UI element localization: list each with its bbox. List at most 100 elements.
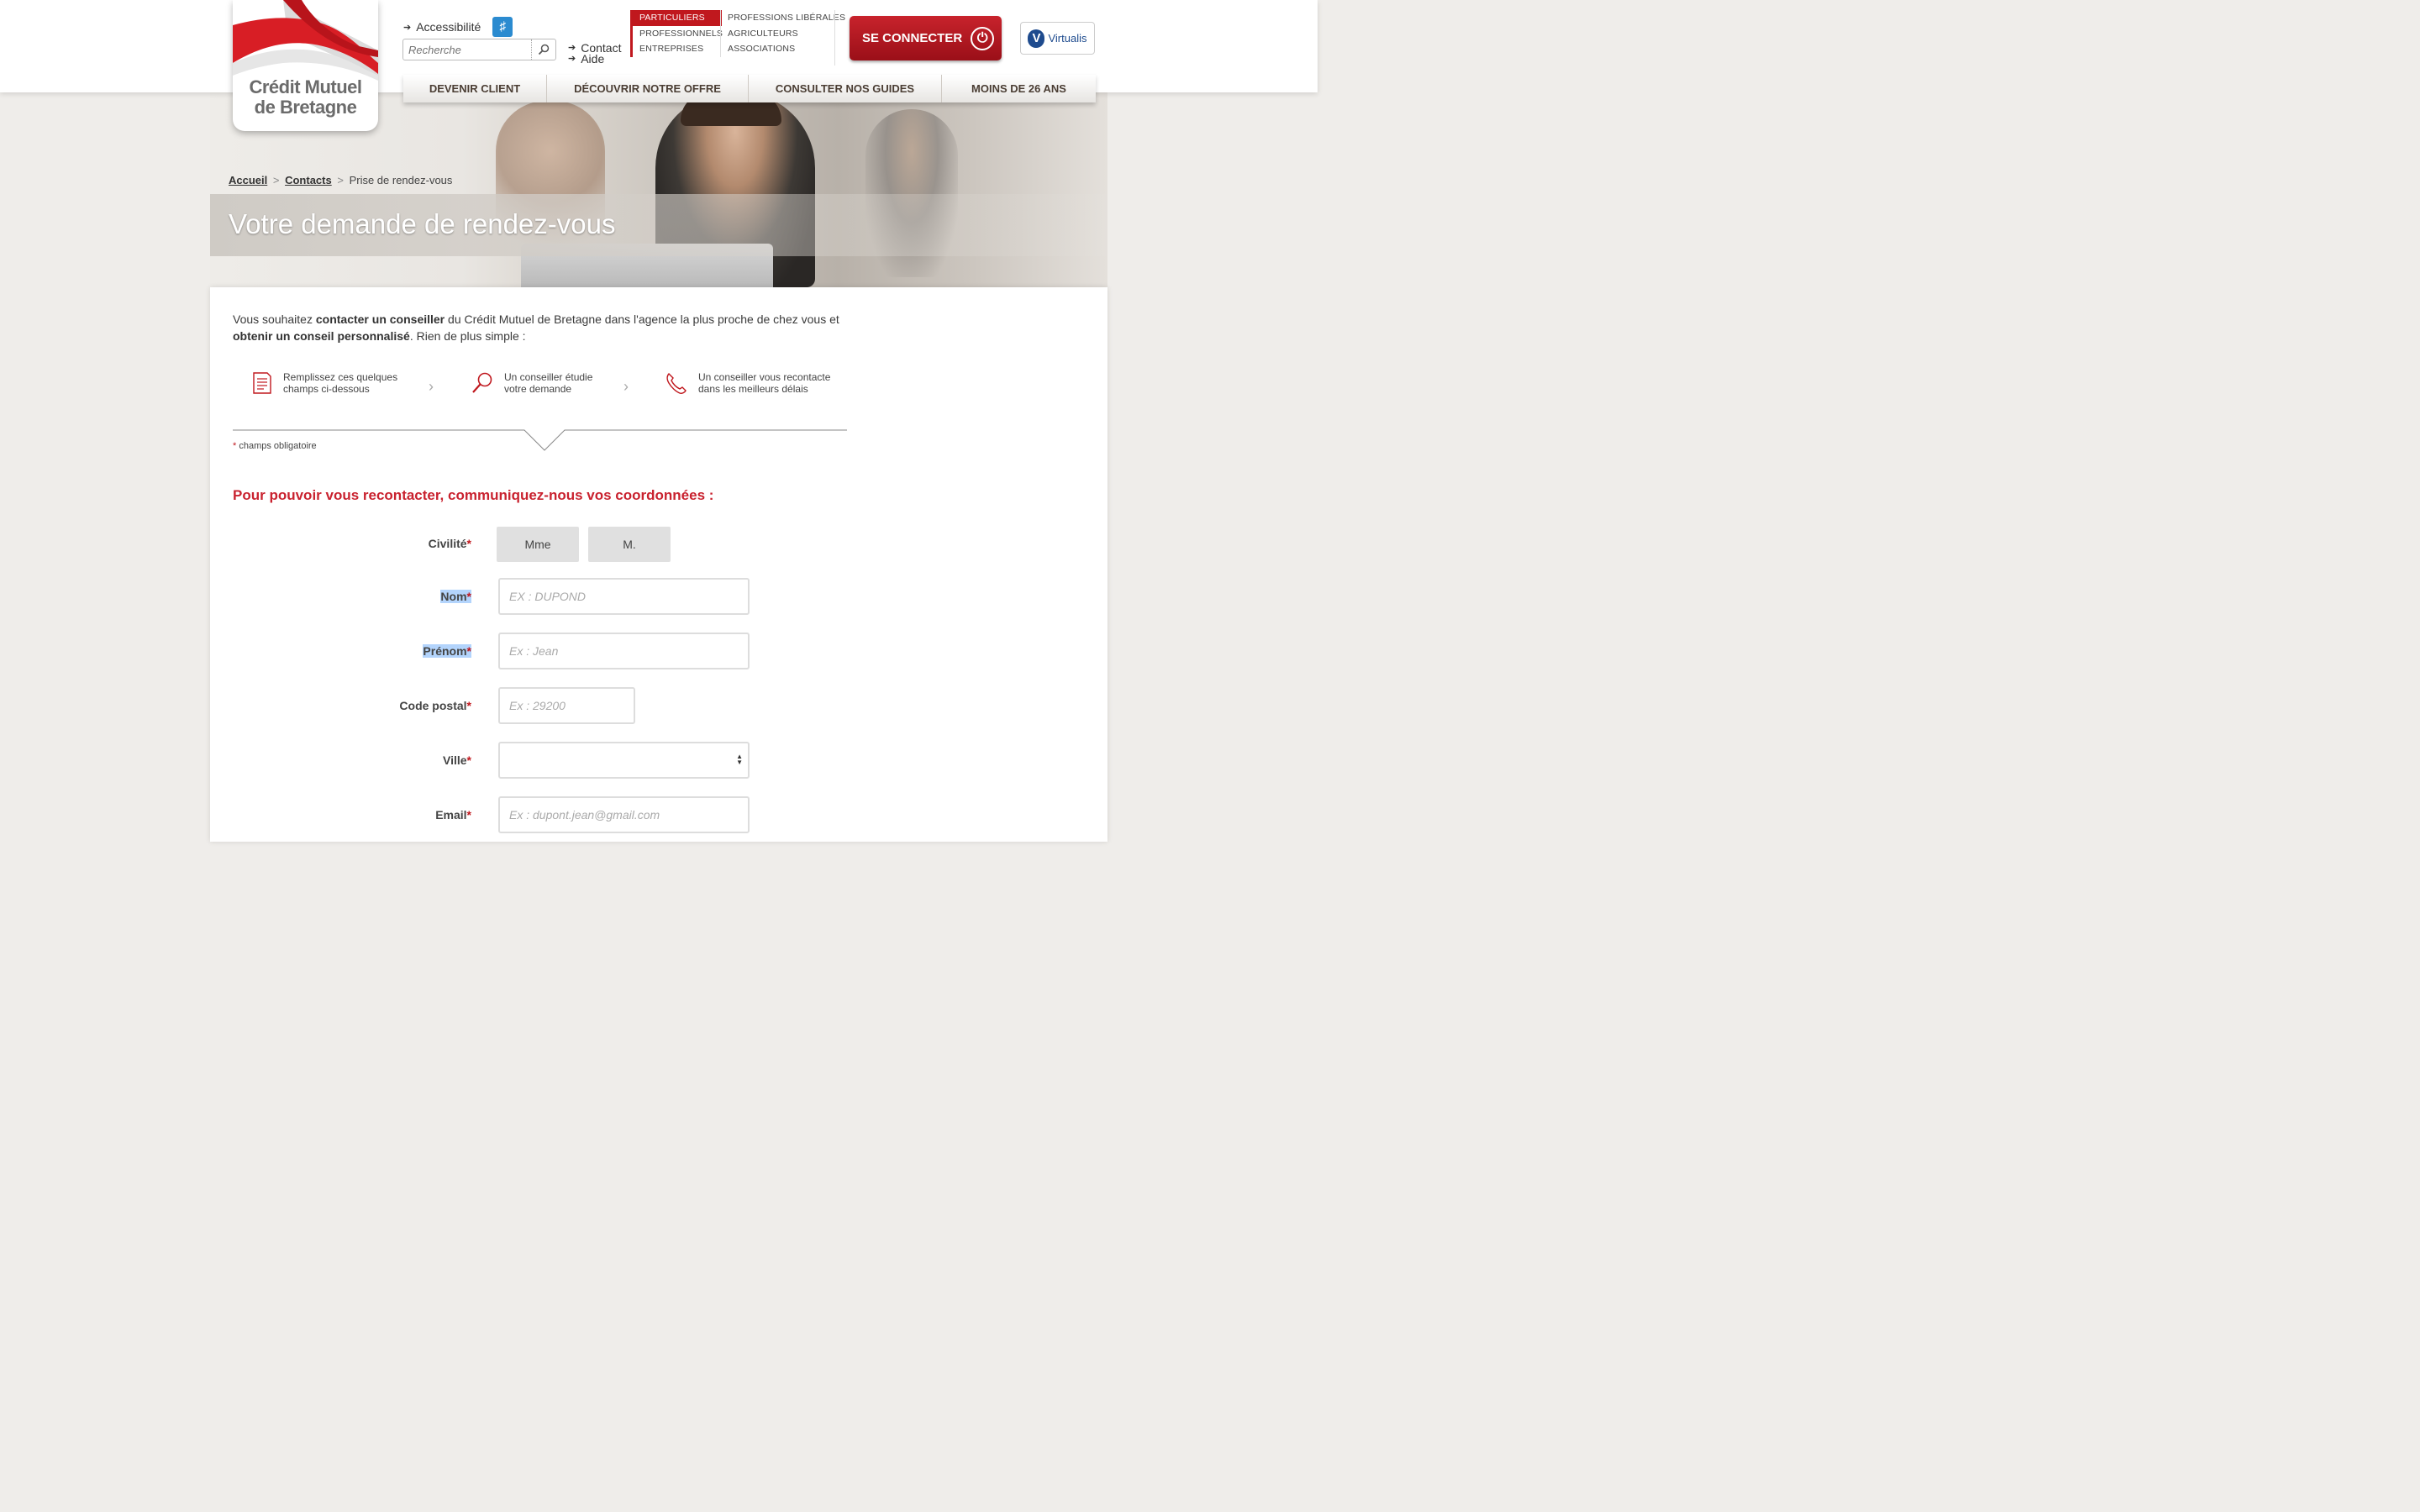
arrow-right-icon: ➔ [568,54,576,64]
logo-line2: de Bretagne [254,97,357,118]
nav-consulter-guides[interactable]: CONSULTER NOS GUIDES [749,75,942,102]
step-3-line1: Un conseiller vous recontacte [698,371,831,383]
breadcrumb-current: Prise de rendez-vous [349,174,453,186]
logo-line1: Crédit Mutuel [249,76,362,97]
search-box [402,39,556,60]
virtualis-button[interactable]: V Virtualis [1020,22,1095,55]
accessibility-link[interactable]: ➔ Accessibilité ♯ [403,17,513,37]
aide-label: Aide [581,52,605,66]
step-indicator-line [233,429,847,451]
step-2: Un conseiller étudie votre demande [471,371,592,395]
required-star: * [466,537,471,550]
accessibility-label: Accessibilité [416,20,481,34]
segment-agriculteurs[interactable]: AGRICULTEURS [721,26,836,42]
breadcrumb: Accueil > Contacts > Prise de rendez-vou… [229,174,452,186]
segment-entreprises[interactable]: ENTREPRISES [633,41,722,57]
nav-decouvrir-offre[interactable]: DÉCOUVRIR NOTRE OFFRE [547,75,749,102]
search-button[interactable] [531,39,555,60]
breadcrumb-separator: > [337,174,344,186]
step-3-line2: dans les meilleurs délais [698,383,808,395]
prenom-input[interactable] [500,634,748,668]
step-1: Remplissez ces quelques champs ci-dessou… [251,371,397,395]
nav-devenir-client[interactable]: DEVENIR CLIENT [403,75,547,102]
nom-label: Nom* [210,590,471,603]
page-title: Votre demande de rendez-vous [229,208,616,239]
main-nav: DEVENIR CLIENT DÉCOUVRIR NOTRE OFFRE CON… [403,75,1096,102]
email-label-text: Email [435,808,467,822]
email-input[interactable] [500,798,748,832]
required-star: * [466,753,471,767]
select-arrows-icon: ▲ ▼ [736,753,743,766]
civilite-row: Civilité* Mme M. [210,527,1107,562]
prenom-label: Prénom* [210,644,471,658]
segment-associations[interactable]: ASSOCIATIONS [721,41,836,57]
step-1-text: Remplissez ces quelques champs ci-dessou… [283,371,397,395]
form-icon [253,372,271,394]
civilite-m-button[interactable]: M. [588,527,671,562]
required-note: * champs obligatoire [233,441,317,451]
email-label: Email* [210,808,471,822]
phone-icon [666,373,687,394]
civilite-label-text: Civilité [428,537,467,550]
step-3: Un conseiller vous recontacte dans les m… [665,371,830,395]
arrow-right-icon: ➔ [568,43,576,53]
prenom-row: Prénom* [210,633,1107,669]
code-postal-field [498,687,635,724]
nom-label-text: Nom [440,590,467,603]
segment-column-right: PROFESSIONS LIBÉRALES AGRICULTEURS ASSOC… [720,10,845,57]
ville-row: Ville* ▲ ▼ [210,742,1107,779]
search-icon [538,44,550,55]
step-3-text: Un conseiller vous recontacte dans les m… [698,371,830,395]
connect-button[interactable]: SE CONNECTER ⏻ [850,16,1002,60]
title-band: Votre demande de rendez-vous [210,194,1107,256]
quick-links: ➔ Contact ➔ Aide [568,42,621,66]
intro-part2: du Crédit Mutuel de Bretagne dans l'agen… [445,312,839,326]
virtualis-logo-icon: V [1028,29,1045,48]
hearing-accessibility-icon[interactable]: ♯ [492,17,513,37]
code-postal-input[interactable] [500,689,634,722]
power-icon: ⏻ [971,26,995,50]
ville-label-text: Ville [443,753,467,767]
breadcrumb-contacts[interactable]: Contacts [285,174,332,186]
ville-label: Ville* [210,753,471,767]
intro-part3: . Rien de plus simple : [409,329,526,343]
step-1-line2: champs ci-dessous [283,383,370,395]
intro-part1: Vous souhaitez [233,312,316,326]
ville-select[interactable]: ▲ ▼ [498,742,750,779]
civilite-mme-button[interactable]: Mme [497,527,579,562]
steps: Remplissez ces quelques champs ci-dessou… [233,371,846,430]
header-divider [834,10,835,66]
intro-bold1: contacter un conseiller [315,312,445,326]
magnifier-icon [472,372,492,393]
intro-text: Vous souhaitez contacter un conseiller d… [233,311,855,344]
logo[interactable]: Crédit Mutuel de Bretagne [233,0,378,131]
connect-label: SE CONNECTER [862,31,963,45]
chevron-right-icon: › [623,378,629,395]
segment-professionnels[interactable]: PROFESSIONNELS [633,26,723,42]
virtualis-label: Virtualis [1048,32,1087,45]
prenom-label-text: Prénom [423,644,467,658]
logo-text: Crédit Mutuel de Bretagne [233,77,378,118]
nom-input[interactable] [500,580,748,613]
nom-row: Nom* [210,578,1107,615]
segment-professions-liberales[interactable]: PROFESSIONS LIBÉRALES [721,10,845,26]
segment-particuliers[interactable]: PARTICULIERS [633,10,722,26]
required-star: * [466,644,471,658]
code-postal-row: Code postal* [210,687,1107,724]
segment-column-left: PARTICULIERS PROFESSIONNELS ENTREPRISES [630,10,723,57]
search-input[interactable] [403,39,539,60]
segment-menu: PARTICULIERS PROFESSIONNELS ENTREPRISES … [630,10,845,67]
step-2-text: Un conseiller étudie votre demande [504,371,592,395]
required-star: * [466,808,471,822]
breadcrumb-separator: > [272,174,280,186]
required-star: * [466,699,471,712]
civilite-label: Civilité* [210,537,471,550]
step-1-line1: Remplissez ces quelques [283,371,398,383]
aide-link[interactable]: ➔ Aide [568,52,621,66]
arrow-right-icon: ➔ [403,22,412,33]
nom-field [498,578,750,615]
nav-moins-26-ans[interactable]: MOINS DE 26 ANS [942,75,1096,102]
breadcrumb-home[interactable]: Accueil [229,174,267,186]
required-note-text: champs obligatoire [239,441,317,451]
step-2-line2: votre demande [504,383,572,395]
